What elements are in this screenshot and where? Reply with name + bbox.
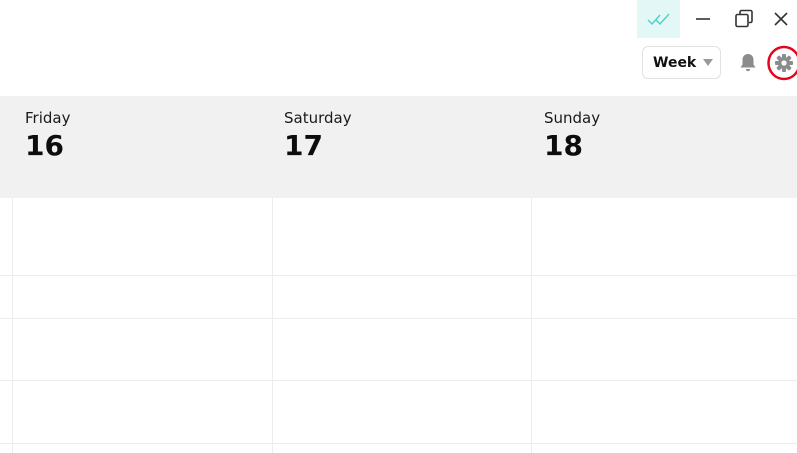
grid-divider (272, 198, 273, 453)
minimize-icon (696, 18, 710, 20)
restore-icon (735, 9, 753, 28)
day-date: 16 (25, 129, 64, 162)
sync-button[interactable] (637, 0, 680, 38)
day-header: Friday 16 Saturday 17 Sunday 18 (0, 96, 797, 198)
calendar-app: Week Friday 16 Saturday 17 Sunday 18 (0, 0, 797, 453)
grid-divider (531, 198, 532, 453)
grid-row-line (0, 275, 797, 276)
day-name: Saturday (284, 109, 352, 127)
day-date: 17 (284, 129, 323, 162)
gear-icon (767, 45, 797, 81)
grid-row-line (0, 443, 797, 444)
grid-row-line (0, 318, 797, 319)
grid-divider (12, 198, 13, 453)
grid-row-line (0, 380, 797, 381)
double-check-icon (647, 13, 670, 26)
day-date: 18 (544, 129, 583, 162)
view-select-value: Week (653, 54, 697, 71)
close-button[interactable] (765, 0, 797, 38)
bell-icon (740, 54, 756, 72)
chevron-down-icon (703, 59, 713, 66)
minimize-button[interactable] (683, 0, 723, 38)
settings-button[interactable] (766, 45, 797, 81)
notifications-button[interactable] (737, 52, 759, 74)
day-name: Friday (25, 109, 71, 127)
restore-button[interactable] (723, 0, 765, 38)
day-name: Sunday (544, 109, 601, 127)
view-select[interactable]: Week (642, 46, 721, 79)
close-icon (774, 12, 788, 26)
calendar-grid[interactable] (0, 198, 797, 453)
